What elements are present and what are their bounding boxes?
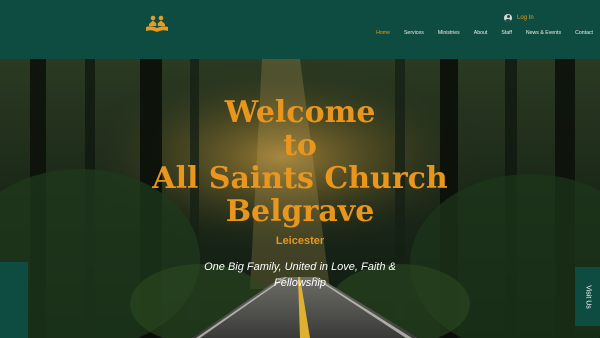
nav-staff[interactable]: Staff [501,30,512,36]
site-header: Log In Home Services Ministries About St… [0,0,600,59]
nav-about[interactable]: About [474,30,488,36]
visit-us-button[interactable]: Visit Us [575,267,600,326]
nav-home[interactable]: Home [376,30,390,36]
main-nav: Home Services Ministries About Staff New… [362,29,593,37]
nav-services[interactable]: Services [404,30,424,36]
nav-contact[interactable]: Contact [575,30,593,36]
hero-tagline: One Big Family, United in Love, Faith & … [204,261,396,289]
hero-title-line-1: Welcome [224,95,376,130]
hero-title-line-4: Belgrave [225,194,375,229]
user-avatar-icon [504,14,512,22]
hero-title: Welcome to All Saints Church Belgrave [0,96,600,228]
login-label: Log In [517,15,534,21]
nav-ministries[interactable]: Ministries [438,30,460,36]
hero-title-line-3: All Saints Church [152,161,448,196]
login-button[interactable]: Log In [504,11,534,25]
hero-section: Welcome to All Saints Church Belgrave Le… [0,59,600,338]
church-logo-icon[interactable] [144,14,170,34]
left-side-tab [0,262,28,338]
hero-subtitle: Leicester [275,235,325,247]
hero-title-line-2: to [283,128,317,163]
visit-us-label: Visit Us [584,284,591,309]
nav-news-events[interactable]: News & Events [526,30,561,36]
